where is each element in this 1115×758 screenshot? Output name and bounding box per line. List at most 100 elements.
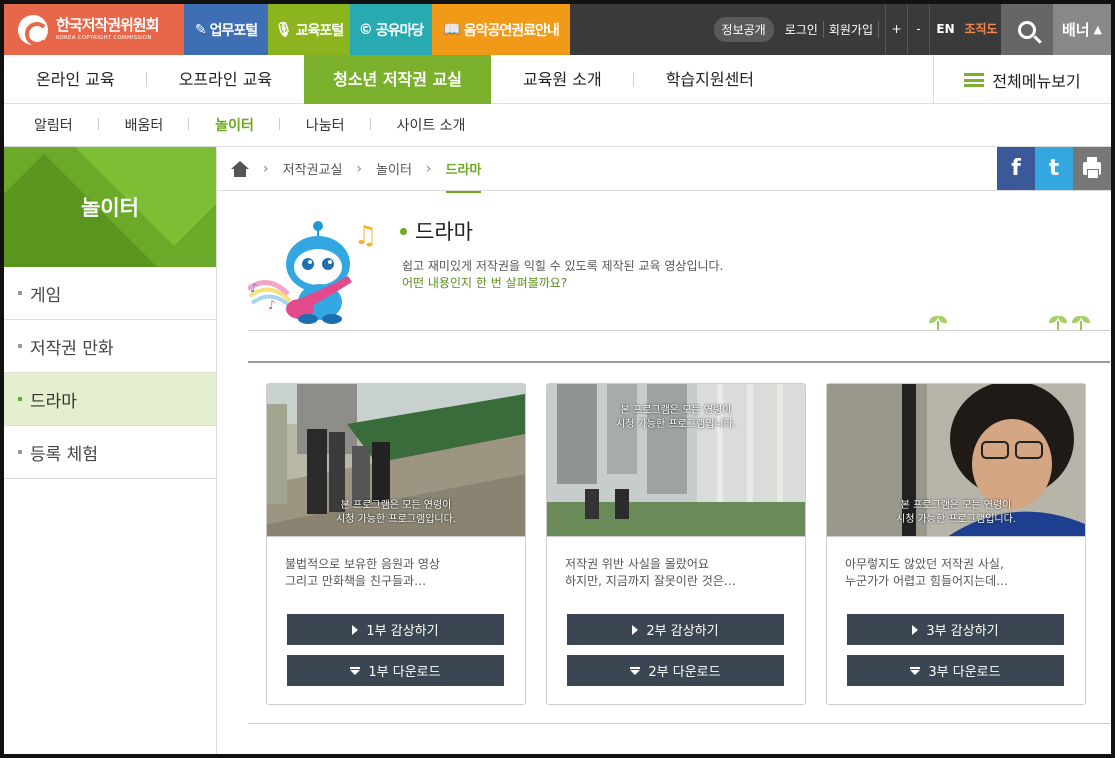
download-icon bbox=[910, 666, 921, 675]
top-bar: 한국저작권위원회 KOREA COPYRIGHT COMMISSION ✎ 업무… bbox=[4, 4, 1111, 55]
print-button[interactable] bbox=[1073, 147, 1111, 190]
title-bullet-icon bbox=[400, 227, 407, 235]
play-icon bbox=[352, 624, 359, 635]
search-icon bbox=[1018, 20, 1036, 39]
video-caption: 시청 가능한 프로그램입니다. bbox=[616, 419, 736, 430]
font-decrease-button[interactable]: - bbox=[907, 4, 929, 55]
banner-toggle[interactable]: 배너 ▲ bbox=[1053, 4, 1111, 55]
chevron-right-icon: › bbox=[425, 160, 432, 177]
snb-site-intro[interactable]: 사이트 소개 bbox=[371, 115, 492, 135]
watch-label: 1부 감상하기 bbox=[366, 624, 439, 639]
bullet-icon bbox=[18, 291, 22, 295]
printer-icon bbox=[1083, 157, 1101, 179]
login-link[interactable]: 로그인 bbox=[780, 21, 824, 38]
breadcrumb: › 저작권교실 › 놀이터 › 드라마 f t bbox=[217, 147, 1111, 193]
gnb-institute-intro[interactable]: 교육원 소개 bbox=[491, 55, 634, 104]
video-caption: 본 프로그램은 모든 연령이 bbox=[340, 500, 452, 511]
video-thumbnail[interactable]: 본 프로그램은 모든 연령이 시청 가능한 프로그램입니다. bbox=[827, 384, 1085, 537]
main-navigation: 온라인 교육 오프라인 교육 청소년 저작권 교실 교육원 소개 학습지원센터 … bbox=[4, 54, 1111, 104]
video-thumbnail[interactable]: 본 프로그램은 모든 연령이 시청 가능한 프로그램입니다. bbox=[547, 384, 805, 537]
all-menu-label: 전체메뉴보기 bbox=[992, 71, 1081, 91]
side-nav: 게임 저작권 만화 드라마 등록 체험 bbox=[4, 267, 216, 479]
org-chart-link[interactable]: 조직도 bbox=[961, 4, 1001, 55]
info-disclosure-link[interactable]: 정보공개 bbox=[713, 17, 774, 42]
svg-text:♪: ♪ bbox=[268, 298, 276, 312]
sprout-icon bbox=[1049, 316, 1067, 330]
download-icon bbox=[350, 666, 361, 675]
gnb-offline-education[interactable]: 오프라인 교육 bbox=[147, 55, 304, 104]
svg-text:♪: ♪ bbox=[250, 281, 258, 295]
download-label: 3부 다운로드 bbox=[928, 665, 1001, 680]
all-menu-button[interactable]: 전체메뉴보기 bbox=[933, 55, 1111, 104]
portal-music-fee-label: 음악공연권료안내 bbox=[463, 22, 560, 39]
hamburger-icon bbox=[964, 72, 985, 87]
download-part1-button[interactable]: 1부 다운로드 bbox=[287, 655, 504, 686]
portal-work[interactable]: ✎ 업무포털 bbox=[184, 4, 268, 55]
search-button[interactable] bbox=[1001, 4, 1053, 55]
side-nav-header: 놀이터 bbox=[4, 147, 216, 267]
sub-navigation: 알림터 배움터 놀이터 나눔터 사이트 소개 bbox=[4, 104, 1111, 147]
share-buttons: f t bbox=[997, 147, 1111, 190]
watch-part1-button[interactable]: 1부 감상하기 bbox=[287, 614, 504, 645]
microphone-icon: 🎙 bbox=[274, 21, 293, 38]
side-nav-label: 드라마 bbox=[30, 391, 77, 412]
video-thumbnail[interactable]: 본 프로그램은 모든 연령이 시청 가능한 프로그램입니다. bbox=[267, 384, 525, 537]
side-nav-game[interactable]: 게임 bbox=[4, 267, 216, 320]
site-logo[interactable]: 한국저작권위원회 KOREA COPYRIGHT COMMISSION bbox=[4, 4, 184, 55]
video-card: 본 프로그램은 모든 연령이 시청 가능한 프로그램입니다. 저작권 위반 사실… bbox=[546, 383, 806, 705]
video-summary: 하지만, 지금까지 잘못이란 것은… bbox=[565, 574, 736, 588]
side-nav-label: 등록 체험 bbox=[30, 444, 98, 465]
download-label: 2부 다운로드 bbox=[648, 665, 721, 680]
portal-share-label: 공유마당 bbox=[375, 22, 425, 39]
join-link[interactable]: 회원가입 bbox=[824, 21, 879, 38]
watch-part2-button[interactable]: 2부 감상하기 bbox=[567, 614, 784, 645]
gnb-online-education[interactable]: 온라인 교육 bbox=[4, 55, 147, 104]
side-nav-label: 게임 bbox=[30, 285, 62, 306]
bullet-icon bbox=[18, 450, 22, 454]
side-nav-drama[interactable]: 드라마 bbox=[4, 373, 216, 426]
breadcrumb-copyright-class[interactable]: 저작권교실 bbox=[283, 159, 343, 178]
video-summary: 아무렇지도 않았던 저작권 사실, bbox=[845, 557, 1004, 571]
video-caption: 시청 가능한 프로그램입니다. bbox=[896, 514, 1016, 525]
side-nav-comic[interactable]: 저작권 만화 bbox=[4, 320, 216, 373]
page-frame: 한국저작권위원회 KOREA COPYRIGHT COMMISSION ✎ 업무… bbox=[0, 0, 1115, 758]
facebook-icon: f bbox=[1011, 156, 1021, 181]
twitter-share-button[interactable]: t bbox=[1035, 147, 1073, 190]
portal-education[interactable]: 🎙 교육포털 bbox=[268, 4, 350, 55]
video-caption: 시청 가능한 프로그램입니다. bbox=[336, 514, 456, 525]
sprout-icon bbox=[929, 316, 947, 330]
logo-subtitle: KOREA COPYRIGHT COMMISSION bbox=[56, 34, 152, 41]
watch-label: 2부 감상하기 bbox=[646, 624, 719, 639]
play-icon bbox=[632, 624, 639, 635]
bullet-icon bbox=[18, 397, 22, 401]
bullet-icon bbox=[18, 344, 22, 348]
snb-sharing[interactable]: 나눔터 bbox=[280, 115, 371, 135]
portal-music-fee[interactable]: 📖 음악공연권료안내 bbox=[432, 4, 570, 55]
home-icon[interactable] bbox=[231, 160, 249, 177]
video-card: 본 프로그램은 모든 연령이 시청 가능한 프로그램입니다. 아무렇지도 않았던… bbox=[826, 383, 1086, 705]
facebook-share-button[interactable]: f bbox=[997, 147, 1035, 190]
portal-work-label: 업무포털 bbox=[209, 22, 259, 39]
english-link[interactable]: EN bbox=[929, 4, 961, 55]
watch-part3-button[interactable]: 3부 감상하기 bbox=[847, 614, 1064, 645]
font-increase-button[interactable]: + bbox=[885, 4, 907, 55]
download-icon bbox=[630, 666, 641, 675]
snb-playground[interactable]: 놀이터 bbox=[189, 115, 280, 135]
download-part2-button[interactable]: 2부 다운로드 bbox=[567, 655, 784, 686]
portal-share[interactable]: © 공유마당 bbox=[350, 4, 432, 55]
gnb-learning-support[interactable]: 학습지원센터 bbox=[634, 55, 786, 104]
banner-label: 배너 bbox=[1061, 21, 1090, 39]
portal-education-label: 교육포털 bbox=[295, 22, 345, 39]
svg-text:♫: ♫ bbox=[354, 221, 377, 251]
download-part3-button[interactable]: 3부 다운로드 bbox=[847, 655, 1064, 686]
side-nav-registration[interactable]: 등록 체험 bbox=[4, 426, 216, 479]
breadcrumb-playground[interactable]: 놀이터 bbox=[376, 159, 412, 178]
page-title: 드라마 bbox=[400, 216, 473, 246]
play-icon bbox=[912, 624, 919, 635]
chevron-right-icon: › bbox=[263, 160, 269, 177]
utility-menu: 정보공개 로그인 회원가입 + - EN 조직도 배너 ▲ bbox=[570, 4, 1111, 55]
snb-notice[interactable]: 알림터 bbox=[4, 115, 99, 135]
gnb-youth-copyright-class[interactable]: 청소년 저작권 교실 bbox=[304, 54, 491, 104]
video-summary: 불법적으로 보유한 음원과 영상 bbox=[285, 557, 440, 571]
snb-learning[interactable]: 배움터 bbox=[99, 115, 190, 135]
